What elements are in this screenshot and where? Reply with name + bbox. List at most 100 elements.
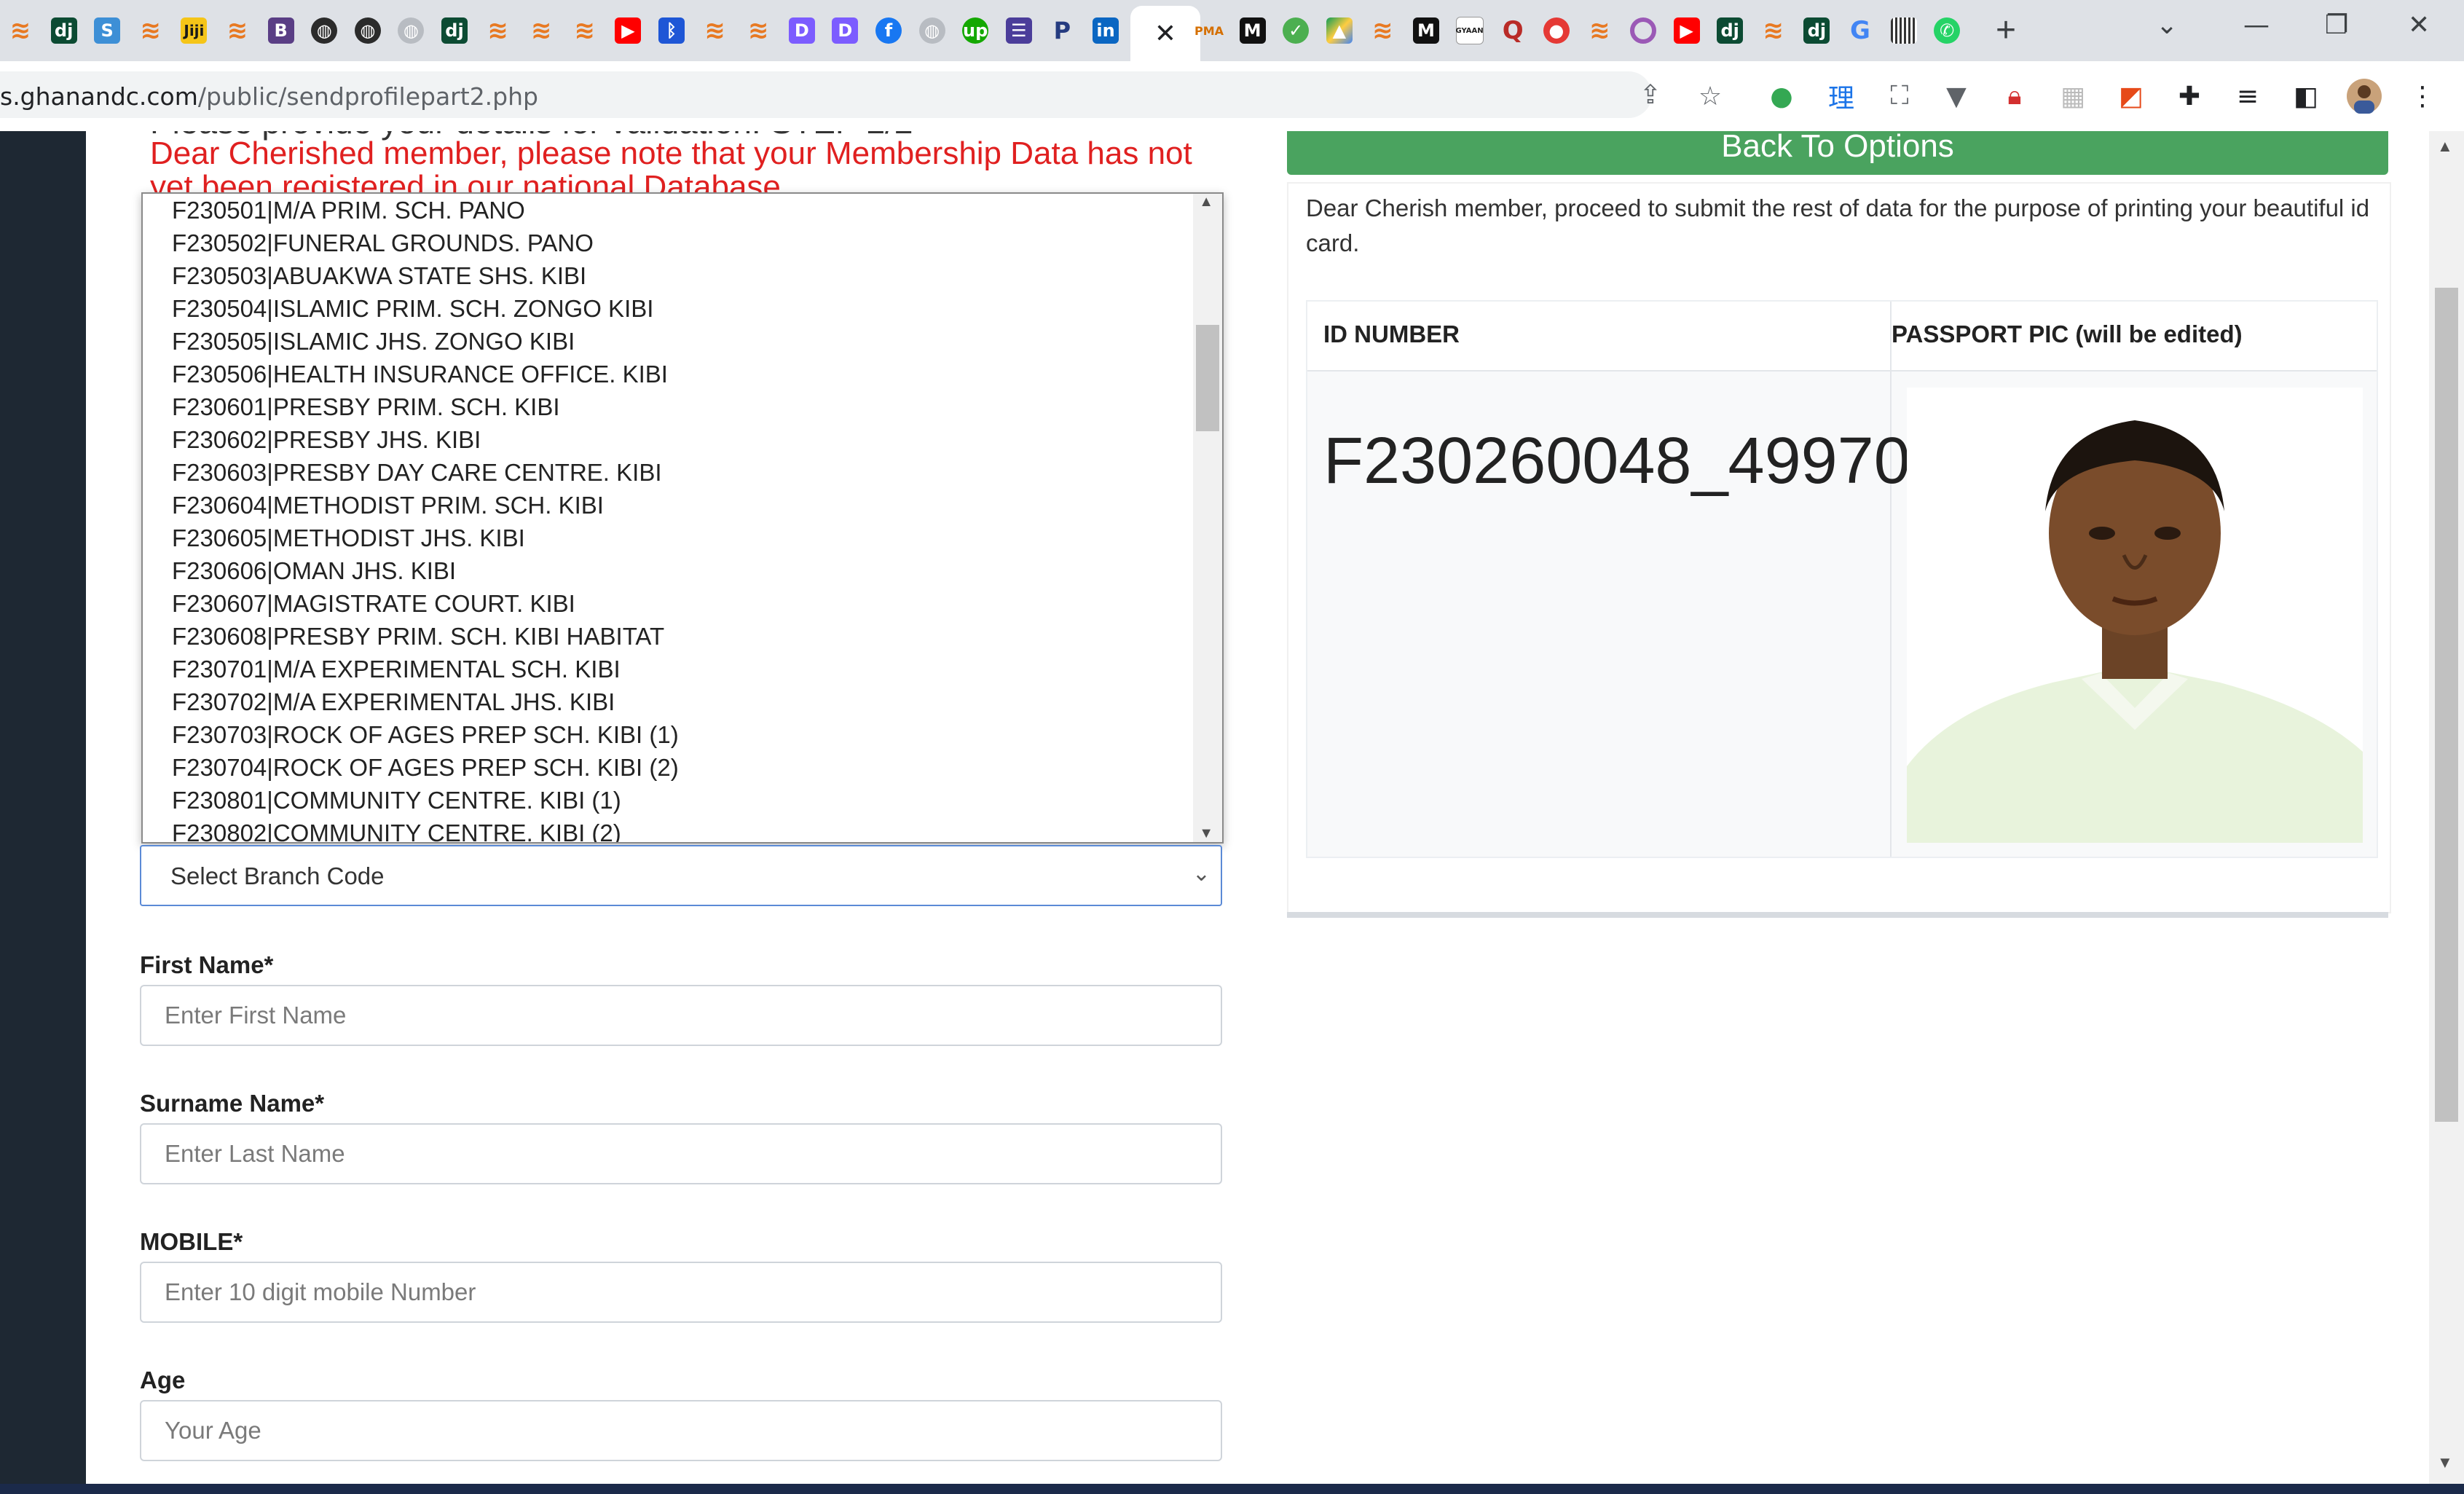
- url-text[interactable]: s.ghanandc.com/public/sendprofilepart2.p…: [0, 82, 538, 111]
- page-scroll-down-icon[interactable]: ▼: [2437, 1453, 2453, 1472]
- browser-tab-right-15[interactable]: G: [1840, 10, 1881, 51]
- browser-tab-right-0[interactable]: PMA: [1189, 10, 1229, 51]
- branch-option[interactable]: F230605|METHODIST JHS. KIBI: [143, 522, 1192, 554]
- browser-tab-0[interactable]: ≋: [0, 10, 41, 51]
- bookmark-star-icon[interactable]: ☆: [1691, 77, 1729, 115]
- browser-tab-right-1[interactable]: M: [1232, 10, 1273, 51]
- browser-tab-right-7[interactable]: Q: [1492, 10, 1533, 51]
- browser-tab-13[interactable]: ≋: [564, 10, 605, 51]
- branch-option[interactable]: F230607|MAGISTRATE COURT. KIBI: [143, 587, 1192, 620]
- browser-tab-right-16[interactable]: [1884, 10, 1924, 51]
- reading-list-icon[interactable]: ≡: [2229, 77, 2267, 115]
- branch-option[interactable]: F230606|OMAN JHS. KIBI: [143, 554, 1192, 587]
- scroll-up-arrow-icon[interactable]: ▲: [1199, 194, 1213, 211]
- browser-tab-12[interactable]: ≋: [521, 10, 562, 51]
- side-panel-icon[interactable]: ◧: [2287, 77, 2325, 115]
- red-extension-icon[interactable]: ◩: [2112, 77, 2150, 115]
- share-icon[interactable]: ⇪: [1631, 76, 1669, 114]
- close-tab-icon[interactable]: ✕: [1154, 18, 1176, 49]
- browser-tab-4[interactable]: Jiji: [173, 10, 214, 51]
- branch-option[interactable]: F230801|COMMUNITY CENTRE. KIBI (1): [143, 784, 1192, 817]
- first-name-input[interactable]: [140, 985, 1222, 1046]
- browser-tab-5[interactable]: ≋: [217, 10, 258, 51]
- browser-tab-17[interactable]: ≋: [738, 10, 779, 51]
- vue-extension-icon[interactable]: ▼: [1937, 77, 1975, 115]
- browser-menu-icon[interactable]: ⋮: [2404, 77, 2441, 115]
- browser-tab-15[interactable]: ᛒ: [651, 10, 692, 51]
- mobile-input[interactable]: [140, 1262, 1222, 1323]
- browser-tab-14[interactable]: ▶: [607, 10, 648, 51]
- browser-tab-right-14[interactable]: dj: [1796, 10, 1837, 51]
- scroll-down-arrow-icon[interactable]: ▼: [1199, 825, 1213, 842]
- branch-option[interactable]: F230703|ROCK OF AGES PREP SCH. KIBI (1): [143, 718, 1192, 751]
- branch-code-dropdown-list[interactable]: F230501|M/A PRIM. SCH. PANO F230502|FUNER…: [141, 192, 1224, 844]
- browser-tab-16[interactable]: ≋: [695, 10, 736, 51]
- browser-tab-right-12[interactable]: dj: [1709, 10, 1750, 51]
- browser-tab-right-10[interactable]: [1623, 10, 1664, 51]
- restore-button[interactable]: ❐: [2325, 10, 2348, 40]
- branch-option[interactable]: F230802|COMMUNITY CENTRE. KIBI (2): [143, 817, 1192, 842]
- browser-tab-18[interactable]: D: [782, 10, 822, 51]
- gray-extension-icon[interactable]: ▦: [2054, 77, 2092, 115]
- browser-tab-right-8[interactable]: ●: [1536, 10, 1577, 51]
- new-tab-button[interactable]: +: [1996, 13, 2016, 48]
- browser-tab-right-9[interactable]: ≋: [1579, 10, 1620, 51]
- page-scroll-up-icon[interactable]: ▲: [2437, 137, 2453, 156]
- browser-tab-right-11[interactable]: ▶: [1666, 10, 1707, 51]
- branch-option[interactable]: F230604|METHODIST PRIM. SCH. KIBI: [143, 489, 1192, 522]
- browser-tab-3[interactable]: ≋: [130, 10, 171, 51]
- branch-option[interactable]: F230506|HEALTH INSURANCE OFFICE. KIBI: [143, 358, 1192, 390]
- branch-option[interactable]: F230505|ISLAMIC JHS. ZONGO KIBI: [143, 325, 1192, 358]
- browser-tab-10[interactable]: dj: [434, 10, 475, 51]
- branch-option[interactable]: F230503|ABUAKWA STATE SHS. KIBI: [143, 259, 1192, 292]
- tab-search-icon[interactable]: ⌄: [2156, 10, 2178, 40]
- browser-tab-21[interactable]: ◍: [912, 10, 953, 51]
- branch-option[interactable]: F230704|ROCK OF AGES PREP SCH. KIBI (2): [143, 751, 1192, 784]
- address-bar[interactable]: s.ghanandc.com/public/sendprofilepart2.p…: [0, 71, 1661, 118]
- browser-tab-11[interactable]: ≋: [478, 10, 519, 51]
- browser-tab-right-6[interactable]: GYAAN: [1449, 10, 1490, 51]
- browser-tab-2[interactable]: S: [87, 10, 127, 51]
- grammarly-icon[interactable]: ●: [1763, 77, 1800, 115]
- browser-tab-right-4[interactable]: ≋: [1362, 10, 1403, 51]
- branch-option[interactable]: F230602|PRESBY JHS. KIBI: [143, 423, 1192, 456]
- extensions-puzzle-icon[interactable]: ✚: [2170, 77, 2208, 115]
- age-input[interactable]: [140, 1400, 1222, 1461]
- browser-tab-7[interactable]: ◍: [304, 10, 345, 51]
- branch-option[interactable]: F230502|FUNERAL GROUNDS. PANO: [143, 227, 1192, 259]
- dropdown-scroll-thumb[interactable]: [1196, 325, 1219, 431]
- screenshot-extension-icon[interactable]: ⛶: [1881, 77, 1918, 115]
- browser-tab-6[interactable]: B: [261, 10, 302, 51]
- profile-avatar[interactable]: [2345, 77, 2383, 115]
- browser-tab-1[interactable]: dj: [44, 10, 84, 51]
- browser-tab-right-2[interactable]: ✓: [1275, 10, 1316, 51]
- browser-tab-20[interactable]: f: [868, 10, 909, 51]
- branch-option[interactable]: F230603|PRESBY DAY CARE CENTRE. KIBI: [143, 456, 1192, 489]
- browser-tab-right-17[interactable]: ✆: [1926, 10, 1967, 51]
- branch-option[interactable]: F230504|ISLAMIC PRIM. SCH. ZONGO KIBI: [143, 292, 1192, 325]
- branch-option[interactable]: F230501|M/A PRIM. SCH. PANO: [143, 194, 1192, 227]
- branch-option[interactable]: F230702|M/A EXPERIMENTAL JHS. KIBI: [143, 685, 1192, 718]
- page-scroll-thumb[interactable]: [2435, 288, 2458, 1122]
- browser-tab-22[interactable]: up: [955, 10, 996, 51]
- branch-option[interactable]: F230701|M/A EXPERIMENTAL SCH. KIBI: [143, 653, 1192, 685]
- browser-tab-24[interactable]: P: [1042, 10, 1082, 51]
- surname-input[interactable]: [140, 1123, 1222, 1184]
- close-window-button[interactable]: ✕: [2408, 10, 2430, 40]
- branch-option[interactable]: F230601|PRESBY PRIM. SCH. KIBI: [143, 390, 1192, 423]
- browser-tab-right-3[interactable]: ▲: [1319, 10, 1360, 51]
- browser-tab-25[interactable]: in: [1085, 10, 1126, 51]
- browser-tab-9[interactable]: ◍: [390, 10, 431, 51]
- lock-extension-icon[interactable]: 🔒︎: [1996, 77, 2034, 115]
- browser-tab-23[interactable]: ☰: [999, 10, 1039, 51]
- browser-tab-19[interactable]: D: [824, 10, 865, 51]
- browser-tab-right-13[interactable]: ≋: [1753, 10, 1794, 51]
- branch-option[interactable]: F230608|PRESBY PRIM. SCH. KIBI HABITAT: [143, 620, 1192, 653]
- translate-extension-icon[interactable]: 理: [1822, 77, 1860, 115]
- branch-code-select[interactable]: Select Branch Code ⌄: [140, 845, 1222, 906]
- browser-tab-right-5[interactable]: M: [1406, 10, 1446, 51]
- minimize-button[interactable]: —: [2243, 10, 2270, 40]
- dropdown-scrollbar[interactable]: ▲ ▼: [1193, 194, 1222, 842]
- back-to-options-button[interactable]: Back To Options: [1287, 131, 2388, 175]
- browser-tab-8[interactable]: ◍: [347, 10, 388, 51]
